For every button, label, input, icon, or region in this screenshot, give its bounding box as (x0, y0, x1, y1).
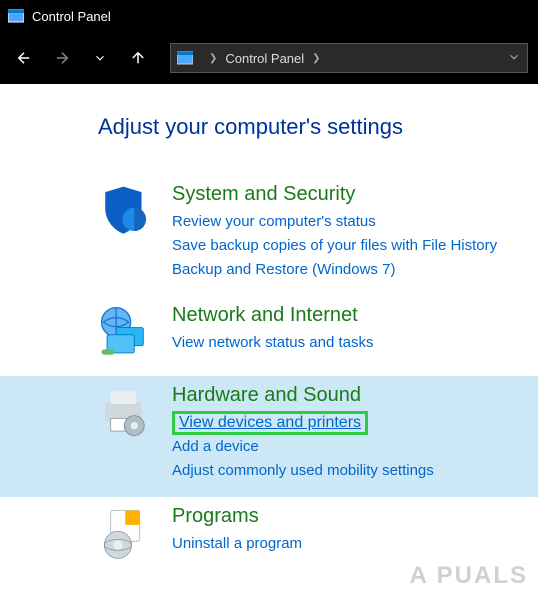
control-panel-icon (177, 50, 193, 66)
link-review-status[interactable]: Review your computer's status (172, 210, 528, 234)
forward-button[interactable] (48, 44, 76, 72)
globe-network-icon (98, 304, 156, 362)
back-button[interactable] (10, 44, 38, 72)
printer-icon (98, 384, 156, 442)
page-title: Adjust your computer's settings (0, 114, 538, 140)
category-title[interactable]: Programs (172, 505, 528, 528)
link-file-history[interactable]: Save backup copies of your files with Fi… (172, 234, 528, 258)
category-title[interactable]: System and Security (172, 183, 528, 206)
category-hardware-sound: Hardware and Sound View devices and prin… (0, 376, 538, 497)
watermark: A PUALS (410, 562, 528, 590)
category-network-internet: Network and Internet View network status… (0, 296, 538, 376)
up-button[interactable] (124, 44, 152, 72)
chevron-right-icon: ❯ (312, 53, 320, 64)
chevron-right-icon: ❯ (209, 53, 217, 64)
recent-dropdown[interactable] (86, 44, 114, 72)
link-backup-restore[interactable]: Backup and Restore (Windows 7) (172, 258, 528, 282)
category-system-security: System and Security Review your computer… (0, 175, 538, 296)
control-panel-icon (8, 8, 24, 24)
programs-icon (98, 505, 156, 563)
link-devices-printers-highlighted[interactable]: View devices and printers (172, 411, 368, 435)
shield-icon (98, 183, 156, 241)
link-add-device[interactable]: Add a device (172, 435, 528, 459)
link-uninstall-program[interactable]: Uninstall a program (172, 532, 528, 556)
category-title[interactable]: Hardware and Sound (172, 384, 528, 407)
link-mobility-settings[interactable]: Adjust commonly used mobility settings (172, 459, 528, 483)
breadcrumb-item[interactable]: Control Panel (225, 51, 304, 66)
category-title[interactable]: Network and Internet (172, 304, 528, 327)
address-bar[interactable]: ❯ Control Panel ❯ (170, 43, 528, 73)
window-title: Control Panel (32, 9, 111, 24)
chevron-down-icon[interactable] (507, 50, 521, 67)
navigation-bar: ❯ Control Panel ❯ (0, 32, 538, 84)
window-titlebar: Control Panel (0, 0, 538, 32)
link-network-status[interactable]: View network status and tasks (172, 331, 528, 355)
content-area: Adjust your computer's settings System a… (0, 84, 538, 577)
